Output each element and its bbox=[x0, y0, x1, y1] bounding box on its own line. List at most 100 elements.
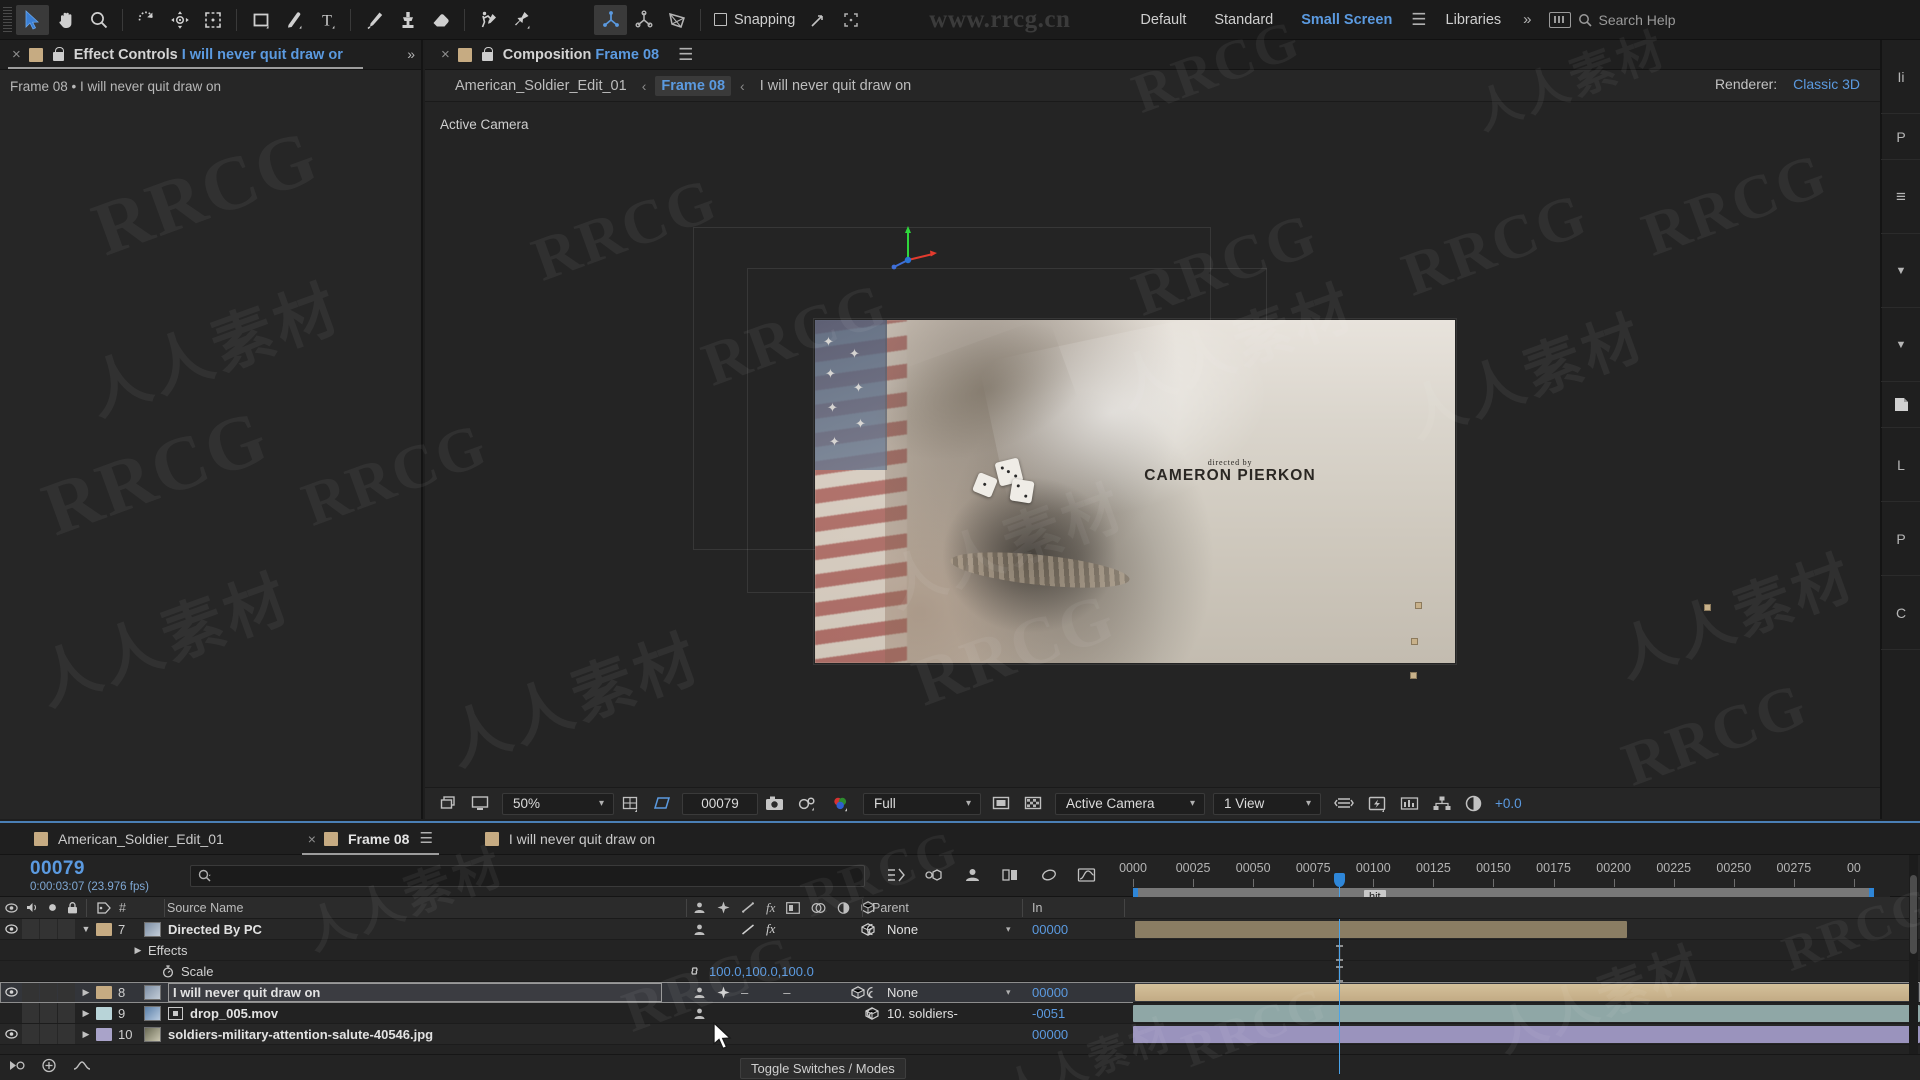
solo-switch[interactable] bbox=[40, 1024, 57, 1044]
track-row[interactable] bbox=[1133, 940, 1920, 961]
region-of-interest-icon[interactable] bbox=[646, 791, 678, 817]
resolution-select[interactable]: Full ▾ bbox=[863, 792, 981, 815]
audio-switch[interactable] bbox=[22, 1024, 39, 1044]
chevron-down-icon[interactable]: ▾ bbox=[1006, 924, 1011, 935]
parent-pickwhip-icon[interactable] bbox=[866, 1007, 879, 1020]
solo-switch-header[interactable] bbox=[43, 903, 61, 912]
parent-value[interactable]: 10. soldiers- bbox=[887, 1006, 958, 1021]
transform-handle[interactable] bbox=[1415, 602, 1422, 609]
parent-header[interactable]: Parent bbox=[872, 901, 909, 915]
hide-shy-layers-icon[interactable] bbox=[961, 863, 983, 887]
expand-collapse-triangle[interactable]: ▶ bbox=[76, 1029, 96, 1040]
timeline-tab-frame-08[interactable]: × Frame 08 ☰ bbox=[296, 823, 445, 855]
composition-tab-title[interactable]: Composition Frame 08 bbox=[503, 47, 659, 63]
timeline-tab-i-will-never-quit[interactable]: I will never quit draw on bbox=[473, 823, 667, 855]
layer-source-name[interactable]: I will never quit draw on bbox=[168, 982, 662, 1002]
expand-collapse-triangle[interactable]: ▶ bbox=[76, 987, 96, 998]
solo-switch[interactable] bbox=[40, 919, 57, 939]
always-preview-this-view-icon[interactable] bbox=[433, 791, 464, 817]
pen-tool[interactable] bbox=[277, 5, 310, 35]
frame-render-time-icon[interactable] bbox=[8, 1058, 25, 1078]
viewer-timecode[interactable]: 00079 bbox=[682, 792, 758, 815]
audio-switch[interactable] bbox=[22, 919, 39, 939]
fx-icon[interactable]: fx bbox=[766, 900, 775, 916]
tracker-panel-tab[interactable]: P bbox=[1881, 502, 1920, 576]
toggle-transparency-grid-icon[interactable] bbox=[985, 791, 1017, 817]
in-point-value[interactable]: 00000 bbox=[1032, 1027, 1068, 1042]
graph-editor-icon[interactable] bbox=[1075, 863, 1097, 887]
parent-value[interactable]: None bbox=[887, 985, 918, 1000]
rectangle-tool[interactable] bbox=[244, 5, 277, 35]
parent-pickwhip-icon[interactable] bbox=[866, 986, 879, 999]
property-group-name[interactable]: Effects bbox=[148, 943, 188, 958]
in-point-value[interactable]: 00000 bbox=[1032, 985, 1068, 1000]
search-input[interactable] bbox=[190, 865, 865, 887]
snapping-checkbox[interactable]: Snapping bbox=[714, 12, 801, 28]
constrain-proportions-icon[interactable] bbox=[687, 966, 702, 976]
layer-source-name[interactable]: Directed By PC bbox=[168, 922, 262, 937]
character-panel-tab[interactable] bbox=[1881, 382, 1920, 428]
breadcrumb-item-current[interactable]: Frame 08 bbox=[655, 75, 732, 96]
composition-mini-flowchart-icon[interactable] bbox=[885, 863, 907, 887]
label-color-header[interactable] bbox=[89, 901, 119, 914]
hamburger-icon[interactable]: ☰ bbox=[673, 46, 698, 63]
align-panel-tab[interactable]: ▼ bbox=[1881, 234, 1920, 308]
world-axis-mode-icon[interactable] bbox=[627, 5, 660, 35]
solo-switch[interactable] bbox=[40, 1003, 57, 1023]
hand-tool[interactable] bbox=[49, 5, 82, 35]
view-axis-mode-icon[interactable] bbox=[660, 5, 693, 35]
quality-switch-dash[interactable]: – bbox=[741, 985, 748, 1000]
clone-stamp-tool[interactable] bbox=[391, 5, 424, 35]
timeline-vertical-scrollbar[interactable] bbox=[1909, 855, 1918, 1054]
transform-handle[interactable] bbox=[1704, 604, 1711, 611]
collapse-transformations-icon[interactable] bbox=[717, 901, 730, 914]
zoom-tool[interactable] bbox=[82, 5, 115, 35]
composition-viewer-stage[interactable]: Active Camera ✦ ✦ ✦ ✦ ✦ ✦ ✦ bbox=[425, 102, 1880, 811]
local-axis-mode-icon[interactable] bbox=[594, 4, 627, 35]
shy-switch[interactable] bbox=[693, 1007, 706, 1020]
close-icon[interactable]: × bbox=[439, 47, 458, 62]
draft-3d-icon[interactable] bbox=[923, 863, 945, 887]
workspace-default[interactable]: Default bbox=[1126, 12, 1200, 28]
eraser-tool[interactable] bbox=[424, 5, 457, 35]
libraries-panel-tab[interactable]: ▼ bbox=[1881, 308, 1920, 382]
audio-switch[interactable] bbox=[22, 982, 39, 1002]
workspace-standard[interactable]: Standard bbox=[1200, 12, 1287, 28]
timeline-tab-american-soldier-edit-01[interactable]: American_Soldier_Edit_01 bbox=[22, 823, 236, 855]
workspace-overflow-icon[interactable]: » bbox=[1515, 11, 1536, 28]
unified-camera-tool[interactable] bbox=[163, 5, 196, 35]
workspace-small-screen[interactable]: Small Screen bbox=[1287, 12, 1406, 28]
choose-grid-and-guide-options-icon[interactable] bbox=[614, 791, 646, 817]
reset-exposure-icon[interactable] bbox=[1458, 791, 1489, 817]
layer-duration-bar[interactable] bbox=[1135, 984, 1910, 1001]
layer-source-name[interactable]: drop_005.mov bbox=[190, 1006, 278, 1021]
transform-handle[interactable] bbox=[1410, 672, 1417, 679]
info-panel-tab[interactable]: Ii bbox=[1881, 40, 1920, 114]
paragraph-panel-tab[interactable]: L bbox=[1881, 428, 1920, 502]
layer-number-header[interactable]: # bbox=[119, 901, 149, 915]
label-color-swatch[interactable] bbox=[96, 922, 112, 936]
motion-blur-toggle-icon[interactable] bbox=[73, 1058, 91, 1078]
parent-value[interactable]: None bbox=[887, 922, 918, 937]
quality-switch[interactable] bbox=[741, 923, 755, 936]
renderer-control[interactable]: Renderer: Classic 3D bbox=[1715, 76, 1860, 92]
timeline-icon[interactable] bbox=[1393, 791, 1426, 817]
track-row[interactable] bbox=[1133, 982, 1920, 1003]
chevron-down-icon[interactable]: ▾ bbox=[1186, 798, 1204, 809]
close-icon[interactable]: × bbox=[308, 831, 316, 847]
hamburger-icon[interactable]: ☰ bbox=[419, 831, 432, 846]
pan-behind-anchor-point-tool[interactable] bbox=[196, 5, 229, 35]
lock-icon[interactable] bbox=[481, 47, 494, 62]
take-snapshot-icon[interactable] bbox=[758, 791, 791, 817]
video-switch[interactable] bbox=[0, 987, 22, 997]
frame-blend-icon[interactable] bbox=[786, 901, 801, 914]
lock-switch[interactable] bbox=[58, 1024, 75, 1044]
3d-layer-switch[interactable] bbox=[851, 985, 866, 999]
puppet-pin-tool[interactable] bbox=[505, 5, 538, 35]
3d-axis-widget[interactable] bbox=[880, 220, 940, 280]
fast-previews-icon[interactable] bbox=[1361, 791, 1393, 817]
motion-blur-icon[interactable] bbox=[1037, 863, 1059, 887]
lock-icon[interactable] bbox=[52, 47, 65, 62]
track-row[interactable] bbox=[1133, 1003, 1920, 1024]
new-comp-icon[interactable] bbox=[41, 1058, 57, 1078]
